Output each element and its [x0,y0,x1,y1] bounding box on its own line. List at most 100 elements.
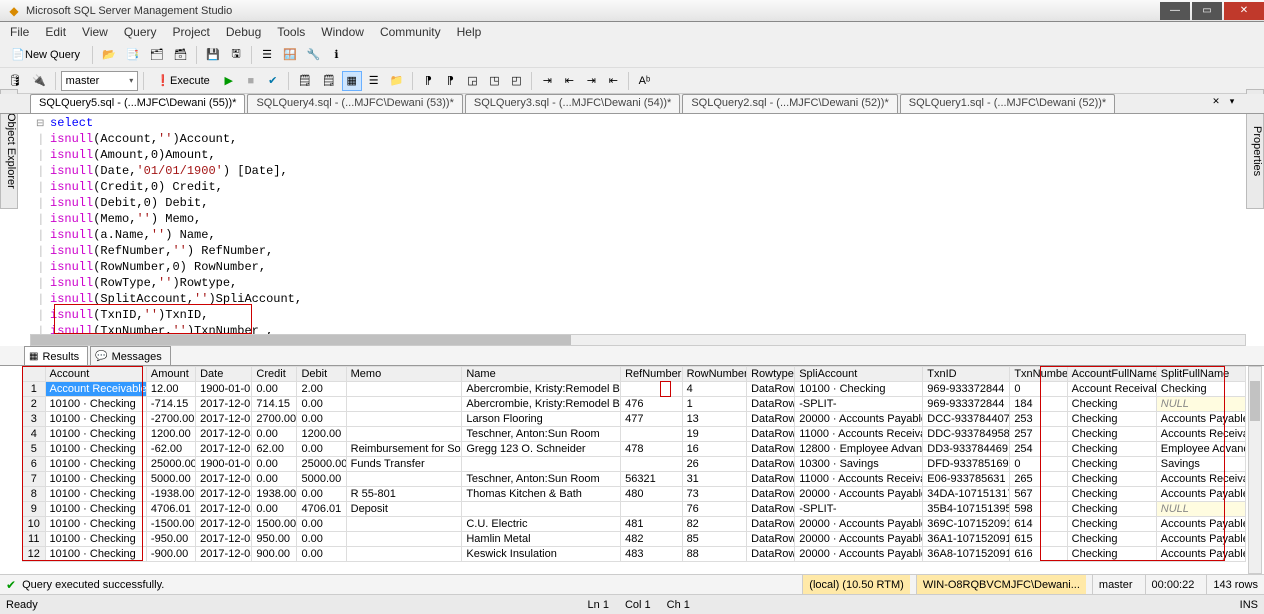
grid-cell[interactable]: Checking [1067,472,1156,487]
grid-cell[interactable]: 76 [682,502,747,517]
row-header[interactable]: 3 [23,412,46,427]
col-header[interactable]: Amount [146,367,195,382]
grid-cell[interactable]: Teschner, Anton:Sun Room [462,427,621,442]
grid-cell[interactable]: Checking [1067,397,1156,412]
grid-cell[interactable]: Checking [1067,547,1156,562]
grid-cell[interactable]: 10100 · Checking [45,427,146,442]
grid-cell[interactable]: DDC-933784958 [923,427,1010,442]
grid-cell[interactable] [346,547,462,562]
row-header[interactable]: 6 [23,457,46,472]
grid-cell[interactable]: 1900-01-01 [196,457,252,472]
col-header[interactable]: Debit [297,367,346,382]
decrease-indent-button[interactable]: ⇤ [603,71,623,91]
grid-cell[interactable]: DataRow [747,487,795,502]
menu-view[interactable]: View [76,23,114,41]
grid-cell[interactable]: 2017-12-01 [196,442,252,457]
row-header[interactable]: 9 [23,502,46,517]
grid-cell[interactable]: DataRow [747,517,795,532]
open-project-button[interactable]: 🗂 [145,45,167,65]
row-header[interactable]: 5 [23,442,46,457]
grid-cell[interactable]: -900.00 [146,547,195,562]
grid-cell[interactable]: 12800 · Employee Advances [795,442,923,457]
grid-cell[interactable]: 2017-12-05 [196,487,252,502]
results-file-button[interactable]: 📁 [386,71,408,91]
grid-cell[interactable]: DataRow [747,472,795,487]
grid-cell[interactable] [346,397,462,412]
grid-cell[interactable]: Keswick Insulation [462,547,621,562]
help-button[interactable]: ℹ [326,45,346,65]
execute-button[interactable]: ❗Execute [149,71,216,91]
grid-cell[interactable] [621,427,682,442]
grid-cell[interactable] [462,457,621,472]
grid-cell[interactable]: Accounts Payable [1156,412,1245,427]
row-header[interactable]: 4 [23,427,46,442]
grid-cell[interactable]: 10100 · Checking [45,442,146,457]
file-tab-3[interactable]: SQLQuery2.sql - (...MJFC\Dewani (52))* [682,94,897,113]
grid-cell[interactable]: 2017-12-05 [196,472,252,487]
grid-cell[interactable]: NULL [1156,502,1245,517]
grid-cell[interactable]: E06-933785631 [923,472,1010,487]
row-header[interactable]: 12 [23,547,46,562]
grid-cell[interactable]: -1938.00 [146,487,195,502]
grid-cell[interactable]: Deposit [346,502,462,517]
menu-edit[interactable]: Edit [39,23,72,41]
grid-cell[interactable]: DFD-933785169 [923,457,1010,472]
grid-cell[interactable]: 2.00 [297,382,346,397]
col-header[interactable]: Account [45,367,146,382]
grid-cell[interactable]: 0 [1010,457,1067,472]
grid-cell[interactable]: 0.00 [297,532,346,547]
indent-button[interactable]: ⇥ [537,71,557,91]
grid-cell[interactable]: 10100 · Checking [45,472,146,487]
row-header[interactable]: 8 [23,487,46,502]
grid-cell[interactable]: 900.00 [252,547,297,562]
grid-cell[interactable]: 477 [621,412,682,427]
grid-cell[interactable]: 19 [682,427,747,442]
grid-cell[interactable]: R 55-801 [346,487,462,502]
grid-cell[interactable]: 0.00 [252,427,297,442]
grid-cell[interactable]: 10100 · Checking [795,382,923,397]
grid-cell[interactable]: 56321 [621,472,682,487]
grid-cell[interactable]: DataRow [747,547,795,562]
grid-cell[interactable] [621,457,682,472]
grid-cell[interactable]: 2017-12-01 [196,397,252,412]
comment-button[interactable]: ⁋ [418,71,438,91]
grid-cell[interactable]: 1 [682,397,747,412]
grid-cell[interactable]: 0 [1010,382,1067,397]
grid-cell[interactable]: 0.00 [252,457,297,472]
increase-indent-button[interactable]: ⇥ [581,71,601,91]
toggle-button-3[interactable]: ◰ [506,71,526,91]
grid-cell[interactable]: 0.00 [297,547,346,562]
grid-cell[interactable]: 20000 · Accounts Payable [795,547,923,562]
grid-cell[interactable]: 254 [1010,442,1067,457]
grid-cell[interactable]: 5000.00 [146,472,195,487]
col-header[interactable]: SpliAccount [795,367,923,382]
grid-cell[interactable]: 1200.00 [146,427,195,442]
grid-cell[interactable]: 616 [1010,547,1067,562]
col-header[interactable]: Credit [252,367,297,382]
grid-cell[interactable]: Checking [1067,427,1156,442]
file-tab-2[interactable]: SQLQuery3.sql - (...MJFC\Dewani (54))* [465,94,680,113]
cancel-query-button[interactable]: ■ [241,71,261,91]
grid-cell[interactable] [346,382,462,397]
grid-cell[interactable]: 10100 · Checking [45,547,146,562]
specify-values-button[interactable]: Aᵇ [634,71,654,91]
results-tab[interactable]: ▦Results [24,346,88,365]
grid-cell[interactable]: C.U. Electric [462,517,621,532]
grid-cell[interactable]: 11000 · Accounts Receivable [795,427,923,442]
menu-window[interactable]: Window [315,23,370,41]
col-header[interactable]: Date [196,367,252,382]
grid-cell[interactable]: Checking [1067,502,1156,517]
grid-cell[interactable]: 2700.00 [252,412,297,427]
col-header[interactable]: Memo [346,367,462,382]
col-header[interactable]: TxnNumber [1010,367,1067,382]
grid-cell[interactable]: Account Receivable [45,382,146,397]
col-header[interactable]: SplitFullName [1156,367,1245,382]
grid-cell[interactable]: DataRow [747,412,795,427]
grid-cell[interactable] [346,532,462,547]
grid-cell[interactable]: Employee Advances [1156,442,1245,457]
toolbox-button[interactable]: 🔧 [303,45,325,65]
grid-cell[interactable]: 950.00 [252,532,297,547]
grid-cell[interactable]: Funds Transfer [346,457,462,472]
grid-cell[interactable]: 26 [682,457,747,472]
maximize-button[interactable]: ▭ [1192,2,1222,20]
